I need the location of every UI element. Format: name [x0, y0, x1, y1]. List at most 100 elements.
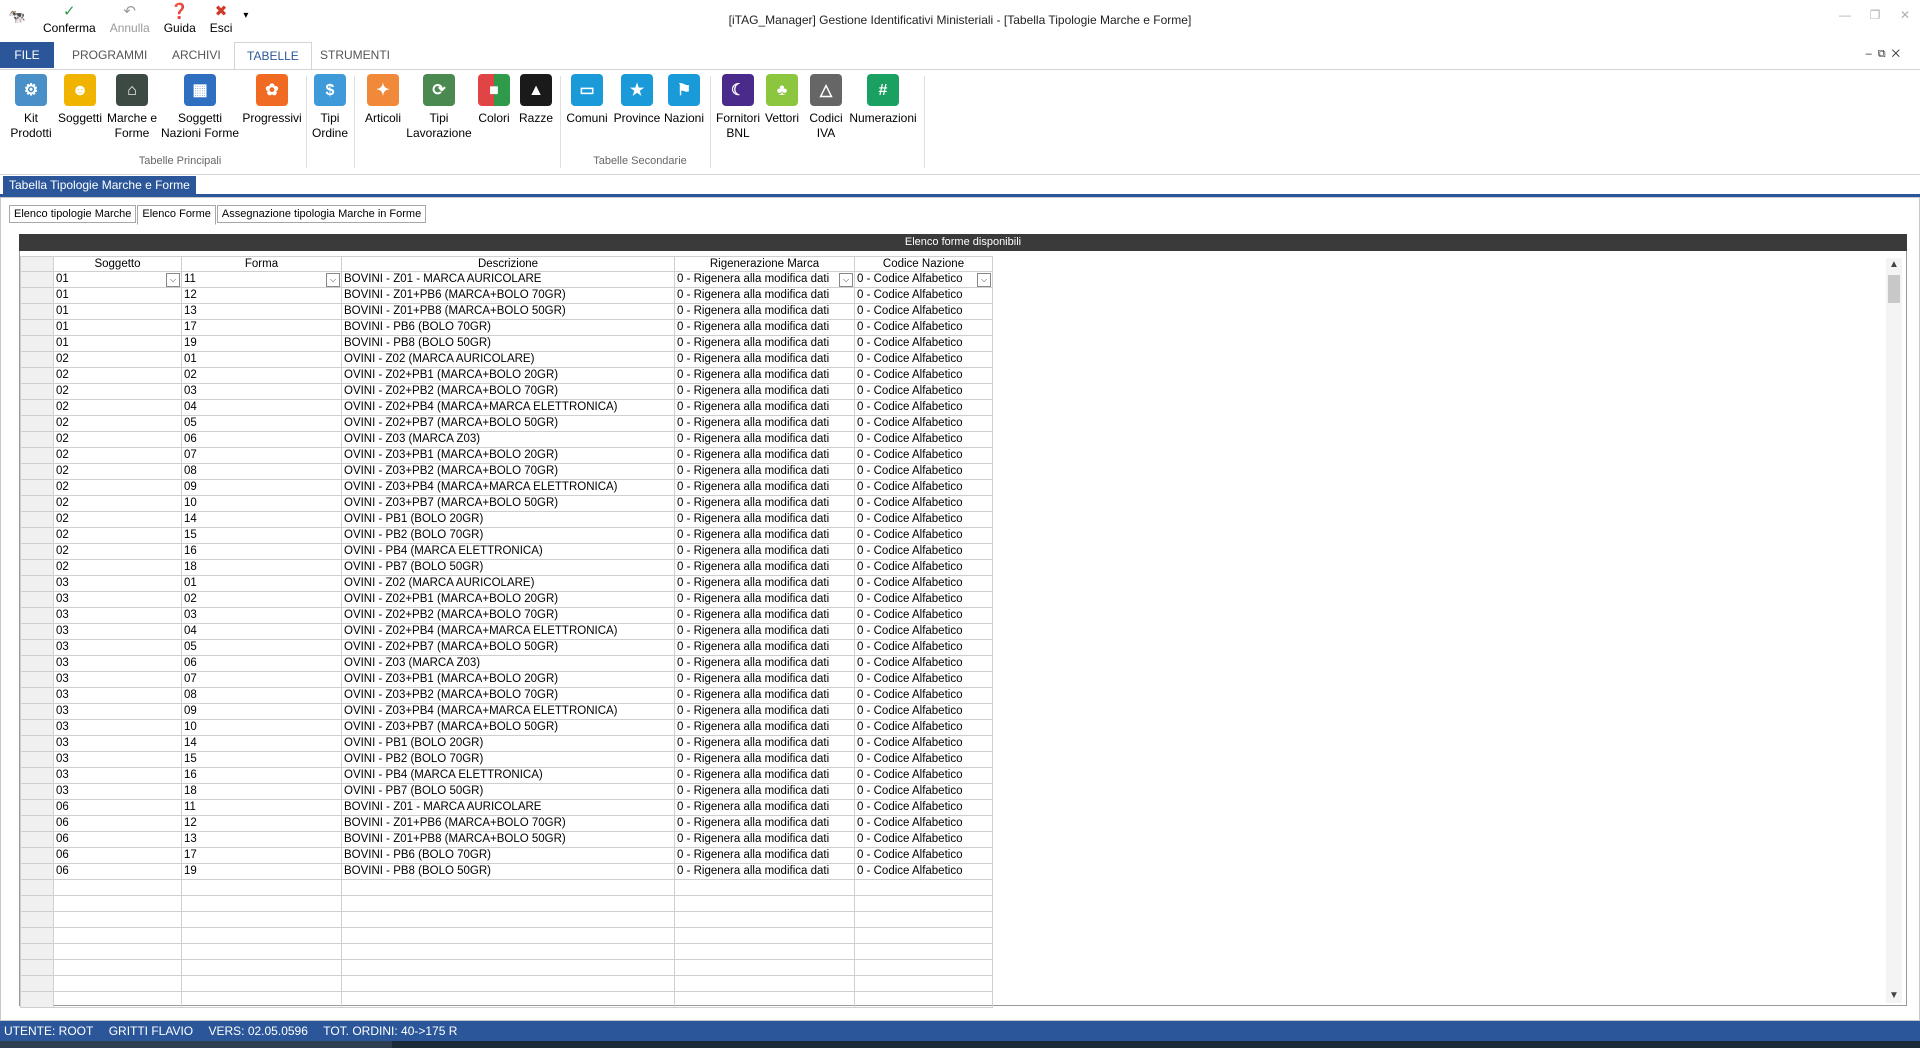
- empty-table-row[interactable]: [20, 895, 993, 912]
- row-header-cell[interactable]: [20, 847, 54, 864]
- grid-cell-descrizione[interactable]: OVINI - Z03+PB1 (MARCA+BOLO 20GR): [341, 447, 675, 464]
- grid-cell-nazione[interactable]: 0 - Codice Alfabetico: [854, 431, 993, 448]
- grid-cell-forma[interactable]: [181, 975, 342, 992]
- row-header-cell[interactable]: [20, 671, 54, 688]
- dropdown-arrow-icon[interactable]: ⌵: [166, 273, 180, 287]
- grid-cell-rigenerazione[interactable]: 0 - Rigenera alla modifica dati: [674, 607, 855, 624]
- grid-cell-rigenerazione[interactable]: 0 - Rigenera alla modifica dati: [674, 319, 855, 336]
- grid-cell-forma[interactable]: 01: [181, 575, 342, 592]
- grid-cell-descrizione[interactable]: OVINI - Z02+PB7 (MARCA+BOLO 50GR): [341, 639, 675, 656]
- grid-cell-nazione[interactable]: 0 - Codice Alfabetico: [854, 719, 993, 736]
- progressivi-button[interactable]: ✿ Progressivi: [242, 74, 302, 126]
- grid-cell-descrizione[interactable]: OVINI - PB1 (BOLO 20GR): [341, 511, 675, 528]
- grid-cell-forma[interactable]: [181, 911, 342, 928]
- fornitori-bnl-button[interactable]: ☾ Fornitori BNL: [714, 74, 762, 141]
- grid-cell-descrizione[interactable]: OVINI - Z02+PB4 (MARCA+MARCA ELETTRONICA…: [341, 399, 675, 416]
- grid-cell-soggetto[interactable]: 02: [53, 527, 182, 544]
- grid-cell-forma[interactable]: 10: [181, 719, 342, 736]
- grid-cell-rigenerazione[interactable]: 0 - Rigenera alla modifica dati: [674, 687, 855, 704]
- grid-cell-soggetto[interactable]: 02: [53, 399, 182, 416]
- grid-cell-descrizione[interactable]: BOVINI - PB6 (BOLO 70GR): [341, 847, 675, 864]
- row-header-cell[interactable]: [20, 543, 54, 560]
- grid-cell-nazione[interactable]: [854, 975, 993, 992]
- grid-cell-soggetto[interactable]: 06: [53, 799, 182, 816]
- grid-cell-rigenerazione[interactable]: 0 - Rigenera alla modifica dati: [674, 383, 855, 400]
- grid-cell-descrizione[interactable]: OVINI - Z02+PB1 (MARCA+BOLO 20GR): [341, 367, 675, 384]
- grid-cell-descrizione[interactable]: OVINI - Z03+PB7 (MARCA+BOLO 50GR): [341, 719, 675, 736]
- grid-cell-soggetto[interactable]: [53, 975, 182, 992]
- grid-cell-rigenerazione[interactable]: [674, 895, 855, 912]
- codici-iva-button[interactable]: △ Codici IVA: [806, 74, 846, 141]
- articoli-button[interactable]: ✦ Articoli: [358, 74, 408, 126]
- grid-cell-soggetto[interactable]: 03: [53, 687, 182, 704]
- grid-cell-rigenerazione[interactable]: 0 - Rigenera alla modifica dati: [674, 799, 855, 816]
- row-header-cell[interactable]: [20, 879, 54, 896]
- numerazioni-button[interactable]: # Numerazioni: [848, 74, 918, 126]
- table-row[interactable]: 01 12 BOVINI - Z01+PB6 (MARCA+BOLO 70GR) 0 …: [20, 287, 993, 304]
- table-row[interactable]: 03 05 OVINI - Z02+PB7 (MARCA+BOLO 50GR) 0 -…: [20, 639, 993, 656]
- column-header-codice-nazione[interactable]: Codice Nazione: [854, 256, 993, 272]
- grid-cell-rigenerazione[interactable]: 0 - Rigenera alla modifica dati: [674, 815, 855, 832]
- table-row[interactable]: 06 13 BOVINI - Z01+PB8 (MARCA+BOLO 50GR) 0 …: [20, 831, 993, 848]
- grid-cell-soggetto[interactable]: 02: [53, 479, 182, 496]
- grid-cell-rigenerazione[interactable]: 0 - Rigenera alla modifica dati: [674, 431, 855, 448]
- grid-cell-nazione[interactable]: 0 - Codice Alfabetico: [854, 831, 993, 848]
- grid-cell-descrizione[interactable]: BOVINI - PB8 (BOLO 50GR): [341, 863, 675, 880]
- grid-cell-nazione[interactable]: 0 - Codice Alfabetico: [854, 623, 993, 640]
- grid-cell-descrizione[interactable]: OVINI - Z03+PB1 (MARCA+BOLO 20GR): [341, 671, 675, 688]
- grid-cell-soggetto[interactable]: [53, 911, 182, 928]
- row-header-cell[interactable]: [20, 575, 54, 592]
- grid-cell-descrizione[interactable]: [341, 959, 675, 976]
- grid-cell-soggetto[interactable]: 03: [53, 783, 182, 800]
- vettori-button[interactable]: ♣ Vettori: [762, 74, 802, 126]
- row-header-cell[interactable]: [20, 735, 54, 752]
- grid-cell-forma[interactable]: 04: [181, 623, 342, 640]
- empty-table-row[interactable]: [20, 959, 993, 976]
- grid-cell-soggetto[interactable]: 03: [53, 575, 182, 592]
- grid-cell-nazione[interactable]: [854, 895, 993, 912]
- row-header-cell[interactable]: [20, 703, 54, 720]
- grid-cell-nazione[interactable]: 0 - Codice Alfabetico: [854, 415, 993, 432]
- grid-cell-rigenerazione[interactable]: [674, 927, 855, 944]
- row-header-cell[interactable]: [20, 303, 54, 320]
- grid-cell-rigenerazione[interactable]: [674, 879, 855, 896]
- grid-cell-descrizione[interactable]: BOVINI - Z01 - MARCA AURICOLARE: [341, 799, 675, 816]
- grid-cell-soggetto[interactable]: 02: [53, 431, 182, 448]
- table-row[interactable]: 01 13 BOVINI - Z01+PB8 (MARCA+BOLO 50GR) 0 …: [20, 303, 993, 320]
- grid-cell-forma[interactable]: 03: [181, 383, 342, 400]
- grid-cell-nazione[interactable]: [854, 991, 993, 1008]
- grid-cell-forma[interactable]: 12: [181, 287, 342, 304]
- grid-cell-descrizione[interactable]: [341, 927, 675, 944]
- grid-cell-nazione[interactable]: 0 - Codice Alfabetico: [854, 735, 993, 752]
- grid-cell-soggetto[interactable]: 03: [53, 623, 182, 640]
- table-row[interactable]: 02 01 OVINI - Z02 (MARCA AURICOLARE) 0 - Ri…: [20, 351, 993, 368]
- grid-cell-soggetto[interactable]: 03: [53, 719, 182, 736]
- grid-cell-soggetto[interactable]: 03: [53, 735, 182, 752]
- table-row[interactable]: 02 03 OVINI - Z02+PB2 (MARCA+BOLO 70GR) 0 -…: [20, 383, 993, 400]
- grid-cell-forma[interactable]: 13: [181, 831, 342, 848]
- mdi-controls[interactable]: –⧉✕: [1866, 48, 1906, 61]
- table-row[interactable]: 03 07 OVINI - Z03+PB1 (MARCA+BOLO 20GR) 0 -…: [20, 671, 993, 688]
- grid-cell-soggetto[interactable]: 06: [53, 863, 182, 880]
- grid-cell-rigenerazione[interactable]: 0 - Rigenera alla modifica dati: [674, 735, 855, 752]
- grid-cell-nazione[interactable]: [854, 879, 993, 896]
- grid-cell-nazione[interactable]: 0 - Codice Alfabetico: [854, 815, 993, 832]
- table-row[interactable]: 03 06 OVINI - Z03 (MARCA Z03) 0 - Rigenera …: [20, 655, 993, 672]
- grid-cell-soggetto[interactable]: 01: [53, 335, 182, 352]
- grid-cell-rigenerazione[interactable]: 0 - Rigenera alla modifica dati: [674, 463, 855, 480]
- grid-cell-forma[interactable]: 17: [181, 319, 342, 336]
- table-row[interactable]: 03 09 OVINI - Z03+PB4 (MARCA+MARCA ELETTRO…: [20, 703, 993, 720]
- table-row[interactable]: 06 17 BOVINI - PB6 (BOLO 70GR) 0 - Rigenera…: [20, 847, 993, 864]
- grid-cell-soggetto[interactable]: 01 ⌵: [53, 271, 182, 288]
- row-header-cell[interactable]: [20, 639, 54, 656]
- table-row[interactable]: 02 04 OVINI - Z02+PB4 (MARCA+MARCA ELETTRO…: [20, 399, 993, 416]
- grid-cell-descrizione[interactable]: OVINI - PB7 (BOLO 50GR): [341, 783, 675, 800]
- grid-cell-rigenerazione[interactable]: 0 - Rigenera alla modifica dati: [674, 495, 855, 512]
- grid-cell-rigenerazione[interactable]: 0 - Rigenera alla modifica dati: [674, 655, 855, 672]
- grid-cell-forma[interactable]: [181, 991, 342, 1008]
- grid-cell-nazione[interactable]: 0 - Codice Alfabetico: [854, 335, 993, 352]
- grid-cell-descrizione[interactable]: OVINI - Z03+PB2 (MARCA+BOLO 70GR): [341, 687, 675, 704]
- grid-cell-forma[interactable]: 05: [181, 415, 342, 432]
- row-header-cell[interactable]: [20, 943, 54, 960]
- row-header-cell[interactable]: [20, 367, 54, 384]
